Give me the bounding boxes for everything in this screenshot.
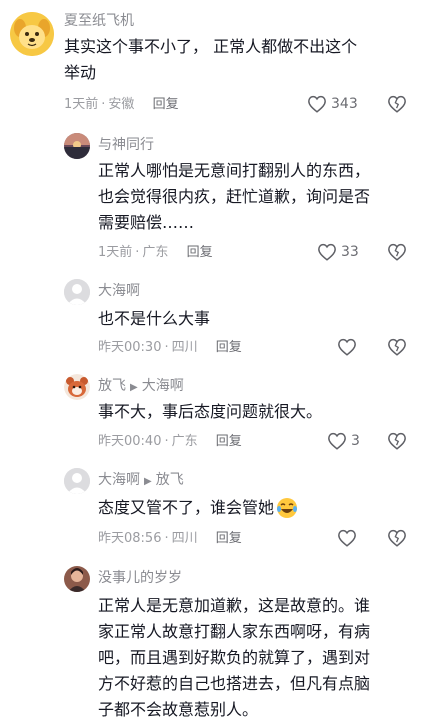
comment-text: 也不是什么大事 (98, 306, 418, 332)
comment-meta: 昨天08:56 · 四川 回复 (98, 531, 242, 546)
comment-text-line: 态度又管不了，谁会管她 (98, 498, 275, 517)
comment-text-line: 也不是什么大事 (98, 309, 211, 328)
like-count: 3 (351, 433, 360, 449)
broken-heart-icon (388, 243, 406, 261)
reply-author[interactable]: 放飞 (98, 378, 126, 394)
reply-arrow-icon: ▶ (144, 476, 152, 487)
default-user-avatar[interactable] (64, 279, 90, 305)
comment-text: 其实这个事不小了， 正常人都做不出这个 举动 (64, 34, 414, 86)
broken-heart-icon (388, 95, 406, 113)
comment-text-line: 事不大，事后态度问题就很大。 (98, 402, 323, 421)
reply-target[interactable]: 大海啊 (142, 378, 184, 394)
comment-username[interactable]: 大海啊 ▶ 放飞 (98, 471, 184, 491)
comment-meta: 1天前 · 安徽 回复 (64, 97, 179, 112)
comment-text-line: 方不好惹的自己也搭进去，但凡有点脑 (98, 674, 371, 693)
comment-time: 1天前 (64, 97, 99, 112)
sunset-landscape-avatar[interactable] (64, 133, 90, 159)
comment-time: 1天前 (98, 245, 133, 260)
reply-button[interactable]: 回复 (153, 97, 179, 112)
broken-heart-icon (388, 338, 406, 356)
comment-text-line: 其实这个事不小了， 正常人都做不出这个 (64, 37, 358, 56)
like-count: 33 (341, 244, 359, 260)
comment-text: 事不大，事后态度问题就很大。 (98, 399, 418, 425)
reply-arrow-icon: ▶ (130, 382, 138, 393)
comment-text-line: 子都不会故意惹别人。 (98, 700, 259, 719)
reply-button[interactable]: 回复 (216, 531, 242, 546)
comment-text: 正常人是无意加道歉，这是故意的。谁 家正常人故意打翻人家东西啊呀，有病 吧，而且… (98, 593, 418, 723)
dislike-button[interactable] (387, 432, 407, 454)
reply-item: 与神同行 正常人哪怕是无意间打翻别人的东西， 也会觉得很内疚，赶忙道歉，询问是否… (0, 125, 427, 273)
reply-item: 放飞 ▶ 大海啊 事不大，事后态度问题就很大。 昨天00:40 · 广东 回复 3 (0, 369, 427, 462)
comment-username[interactable]: 放飞 ▶ 大海啊 (98, 377, 184, 397)
comment-location: 广东 (142, 245, 169, 260)
like-button[interactable]: 343 (307, 95, 358, 113)
broken-heart-icon (388, 432, 406, 450)
comment-text: 态度又管不了，谁会管她 (98, 495, 418, 521)
like-button[interactable]: 3 (327, 432, 360, 450)
heart-icon (318, 243, 336, 261)
crying-laughing-emoji (277, 498, 298, 518)
comment-text: 正常人哪怕是无意间打翻别人的东西， 也会觉得很内疚，赶忙道歉，询问是否 需要赔偿… (98, 158, 418, 236)
comment-location: 广东 (171, 434, 198, 449)
comment-location: 安徽 (108, 97, 135, 112)
comment-username[interactable]: 与神同行 (98, 136, 154, 154)
comment-location: 四川 (171, 531, 198, 546)
like-count: 343 (331, 96, 358, 112)
heart-icon (338, 529, 356, 547)
default-user-avatar[interactable] (64, 468, 90, 494)
comment-text-line: 家正常人故意打翻人家东西啊呀，有病 (98, 622, 371, 641)
dislike-button[interactable] (387, 529, 407, 551)
cartoon-red-panda-avatar[interactable] (64, 374, 90, 400)
comment-time: 昨天00:40 (98, 434, 162, 449)
reply-item: 没事儿的岁岁 正常人是无意加道歉，这是故意的。谁 家正常人故意打翻人家东西啊呀，… (0, 560, 427, 726)
like-button[interactable] (337, 529, 357, 547)
dog-cartoon-avatar[interactable] (10, 12, 54, 56)
comment-username[interactable]: 大海啊 (98, 282, 140, 300)
dislike-button[interactable] (387, 95, 407, 117)
heart-icon (328, 432, 346, 450)
like-button[interactable] (337, 338, 357, 356)
comment-text-line: 也会觉得很内疚，赶忙道歉，询问是否 (98, 187, 371, 206)
like-button[interactable]: 33 (317, 243, 359, 261)
reply-button[interactable]: 回复 (187, 245, 213, 260)
heart-icon (338, 338, 356, 356)
comment-time: 昨天08:56 (98, 531, 162, 546)
dislike-button[interactable] (387, 243, 407, 265)
comment-text-line: 吧，而且遇到好欺负的就算了，遇到对 (98, 648, 371, 667)
comment-item: 夏至纸飞机 其实这个事不小了， 正常人都做不出这个 举动 1天前 · 安徽 回复 3… (0, 0, 427, 125)
comment-location: 四川 (171, 340, 198, 355)
comment-text-line: 举动 (64, 63, 97, 82)
reply-item: 大海啊 ▶ 放飞 态度又管不了，谁会管她 昨天08:56 · 四川 回复 (0, 462, 427, 560)
comment-time: 昨天00:30 (98, 340, 162, 355)
comment-username[interactable]: 没事儿的岁岁 (98, 569, 182, 587)
reply-button[interactable]: 回复 (216, 434, 242, 449)
comment-meta: 昨天00:40 · 广东 回复 (98, 434, 242, 449)
comment-text-line: 正常人哪怕是无意间打翻别人的东西， (98, 161, 371, 180)
broken-heart-icon (388, 529, 406, 547)
comment-text-line: 正常人是无意加道歉，这是故意的。谁 (98, 596, 371, 615)
reply-item: 大海啊 也不是什么大事 昨天00:30 · 四川 回复 (0, 273, 427, 369)
reply-author[interactable]: 大海啊 (98, 472, 140, 488)
reply-button[interactable]: 回复 (216, 340, 242, 355)
comment-meta: 1天前 · 广东 回复 (98, 245, 213, 260)
heart-icon (308, 95, 326, 113)
comment-meta: 昨天00:30 · 四川 回复 (98, 340, 242, 355)
photo-avatar[interactable] (64, 566, 90, 592)
comment-username[interactable]: 夏至纸飞机 (64, 12, 134, 30)
dislike-button[interactable] (387, 338, 407, 360)
comment-text-line: 需要赔偿…… (98, 213, 195, 232)
reply-target[interactable]: 放飞 (156, 472, 184, 488)
